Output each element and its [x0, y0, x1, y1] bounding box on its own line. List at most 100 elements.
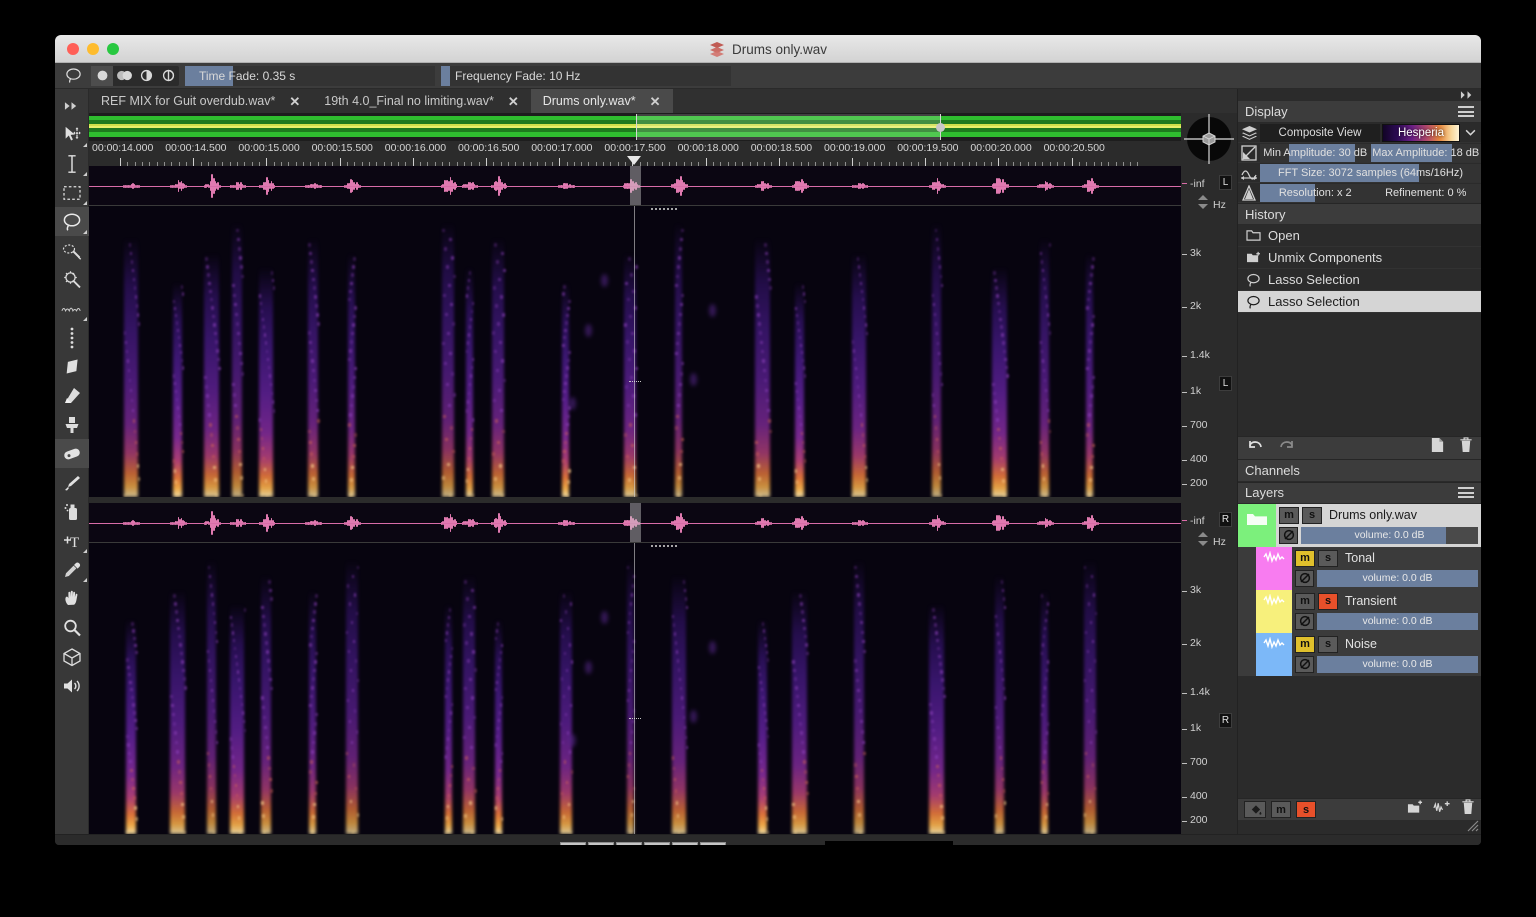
layer-color-swatch[interactable] [1256, 546, 1292, 590]
layer-color-swatch[interactable] [1256, 589, 1292, 633]
close-window-button[interactable] [67, 42, 79, 55]
min-amplitude-slider[interactable]: Min Amplitude: 30 dB [1260, 143, 1371, 162]
spray-can-tool-button[interactable] [55, 497, 89, 526]
healing-tool-button[interactable] [55, 439, 89, 468]
tab-ref-mix[interactable]: REF MIX for Guit overdub.wav* ✕ [89, 89, 312, 113]
time-fade-slider[interactable]: Time Fade: 0.35 s [185, 65, 435, 86]
scroll-up-arrow-icon[interactable] [1198, 195, 1208, 200]
eyedropper-tool-button[interactable] [55, 555, 89, 584]
lasso-selection-marker[interactable] [629, 380, 641, 388]
layer-solo-button[interactable]: s [1318, 592, 1338, 610]
layer-solo-button[interactable]: s [1318, 549, 1338, 567]
layer-row-transient[interactable]: m s Transient volume: 0.0 dB [1238, 589, 1481, 633]
layer-mute-button[interactable]: m [1295, 549, 1315, 567]
magic-wand-tool-button[interactable] [55, 236, 89, 265]
amplify-tool-button[interactable] [55, 381, 89, 410]
move-tool-button[interactable] [55, 120, 89, 149]
layers-action-bar[interactable]: m s [1238, 798, 1481, 820]
paint-brush-tool-button[interactable] [55, 468, 89, 497]
layers-menu-icon[interactable] [1458, 487, 1474, 498]
layer-mute-button[interactable]: m [1295, 635, 1315, 653]
stop-button[interactable] [644, 842, 670, 845]
zoom-tool-button[interactable] [55, 613, 89, 642]
history-item-open[interactable]: Open [1238, 225, 1481, 247]
navigation-sphere[interactable] [1181, 113, 1237, 164]
layer-volume-slider[interactable]: volume: 0.0 dB [1317, 612, 1478, 630]
pan-hand-tool-button[interactable] [55, 584, 89, 613]
phase-invert-icon[interactable] [1295, 569, 1314, 587]
layer-mute-button[interactable]: m [1295, 592, 1315, 610]
frequency-selection-tool-button[interactable] [55, 265, 89, 294]
go-to-end-button[interactable] [588, 842, 614, 845]
duplicate-icon[interactable] [1430, 437, 1445, 458]
undo-arrow-icon[interactable] [1246, 438, 1264, 457]
layer-volume-slider[interactable]: volume: 0.0 dB [1317, 655, 1478, 673]
scroll-down-arrow-icon[interactable] [1198, 204, 1208, 209]
scroll-down-arrow-icon[interactable] [1198, 541, 1208, 546]
add-selection-mode-button[interactable] [113, 66, 135, 86]
expand-toolbar-button[interactable] [55, 91, 89, 120]
play-button[interactable] [672, 842, 698, 845]
dock-bottom-grip[interactable] [1238, 820, 1481, 834]
channels-panel-header[interactable]: Channels [1238, 459, 1481, 482]
phase-invert-icon[interactable] [1295, 655, 1314, 673]
new-group-icon[interactable] [1407, 799, 1423, 820]
loop-button[interactable] [616, 842, 642, 845]
frequency-fade-slider[interactable]: Frequency Fade: 10 Hz [441, 65, 731, 86]
double-chevron-right-icon[interactable] [1460, 90, 1475, 100]
time-selection-tool-button[interactable] [55, 149, 89, 178]
overview-strip[interactable] [89, 113, 1181, 141]
solo-all-button[interactable]: s [1296, 801, 1316, 818]
spectrogram-left-channel[interactable] [89, 206, 1181, 497]
playhead-line[interactable] [634, 206, 635, 497]
history-action-bar[interactable] [1238, 435, 1481, 460]
trash-icon[interactable] [1461, 799, 1475, 820]
close-tab-icon[interactable]: ✕ [650, 95, 661, 108]
overview-selection-range[interactable] [636, 114, 941, 140]
history-item-lasso-selection-2[interactable]: Lasso Selection [1238, 291, 1481, 313]
layer-row-drums-only[interactable]: m s Drums only.wav volume: 0.0 dB [1238, 503, 1481, 547]
tab-drums-only[interactable]: Drums only.wav* ✕ [530, 89, 673, 113]
window-controls[interactable] [67, 42, 119, 55]
history-item-unmix-components[interactable]: Unmix Components [1238, 247, 1481, 269]
tools-sidebar[interactable]: T [55, 89, 89, 834]
history-list[interactable]: Open Unmix Components Lasso Selection La… [1238, 225, 1481, 313]
trash-icon[interactable] [1459, 437, 1473, 458]
lasso-selection-marker[interactable] [629, 717, 641, 725]
composite-view-button[interactable]: Composite View [1260, 123, 1380, 142]
playhead-line[interactable] [634, 543, 635, 834]
maximize-window-button[interactable] [107, 42, 119, 55]
tab-19th-final[interactable]: 19th 4.0_Final no limiting.wav* ✕ [312, 89, 530, 113]
phase-invert-icon[interactable] [1295, 612, 1314, 630]
clone-stamp-tool-button[interactable] [55, 410, 89, 439]
phase-invert-icon[interactable] [1279, 526, 1298, 544]
lasso-selection-tool-button[interactable] [55, 207, 89, 236]
layer-row-noise[interactable]: m s Noise volume: 0.0 dB [1238, 632, 1481, 676]
selection-mode-group[interactable] [91, 65, 179, 86]
layer-volume-slider[interactable]: volume: 0.0 dB [1301, 526, 1478, 544]
overview-range-handle[interactable] [936, 123, 945, 132]
three-d-view-tool-button[interactable] [55, 642, 89, 671]
subtract-selection-mode-button[interactable] [135, 66, 157, 86]
new-layer-icon[interactable] [1433, 800, 1451, 819]
chevron-down-icon[interactable] [1460, 129, 1480, 136]
close-tab-icon[interactable]: ✕ [508, 95, 519, 108]
display-menu-icon[interactable] [1458, 106, 1474, 117]
new-selection-mode-button[interactable] [91, 65, 113, 86]
close-tab-icon[interactable]: ✕ [289, 95, 300, 108]
mute-all-button[interactable]: m [1271, 801, 1291, 818]
pattern-tool-button[interactable] [55, 323, 89, 352]
playhead-band[interactable] [630, 503, 641, 542]
colormap-selector[interactable]: Hesperia [1382, 123, 1460, 142]
scroll-up-arrow-icon[interactable] [1198, 532, 1208, 537]
layer-color-swatch[interactable] [1238, 503, 1276, 547]
playhead-band[interactable] [630, 166, 641, 205]
resize-grip-icon[interactable] [1467, 820, 1479, 832]
refinement-slider[interactable]: Refinement: 0 % [1370, 183, 1481, 202]
transport-controls[interactable] [560, 842, 726, 845]
go-to-start-button[interactable] [560, 842, 586, 845]
document-tab-bar[interactable]: REF MIX for Guit overdub.wav* ✕ 19th 4.0… [89, 89, 1237, 113]
history-item-lasso-selection-1[interactable]: Lasso Selection [1238, 269, 1481, 291]
frequency-axis[interactable]: -inf L Hz 3k 2k 1.4k 1k 700 400 200 L -inf R Hz 3k 2k 1.… [1181, 166, 1237, 834]
record-button[interactable] [700, 842, 726, 845]
